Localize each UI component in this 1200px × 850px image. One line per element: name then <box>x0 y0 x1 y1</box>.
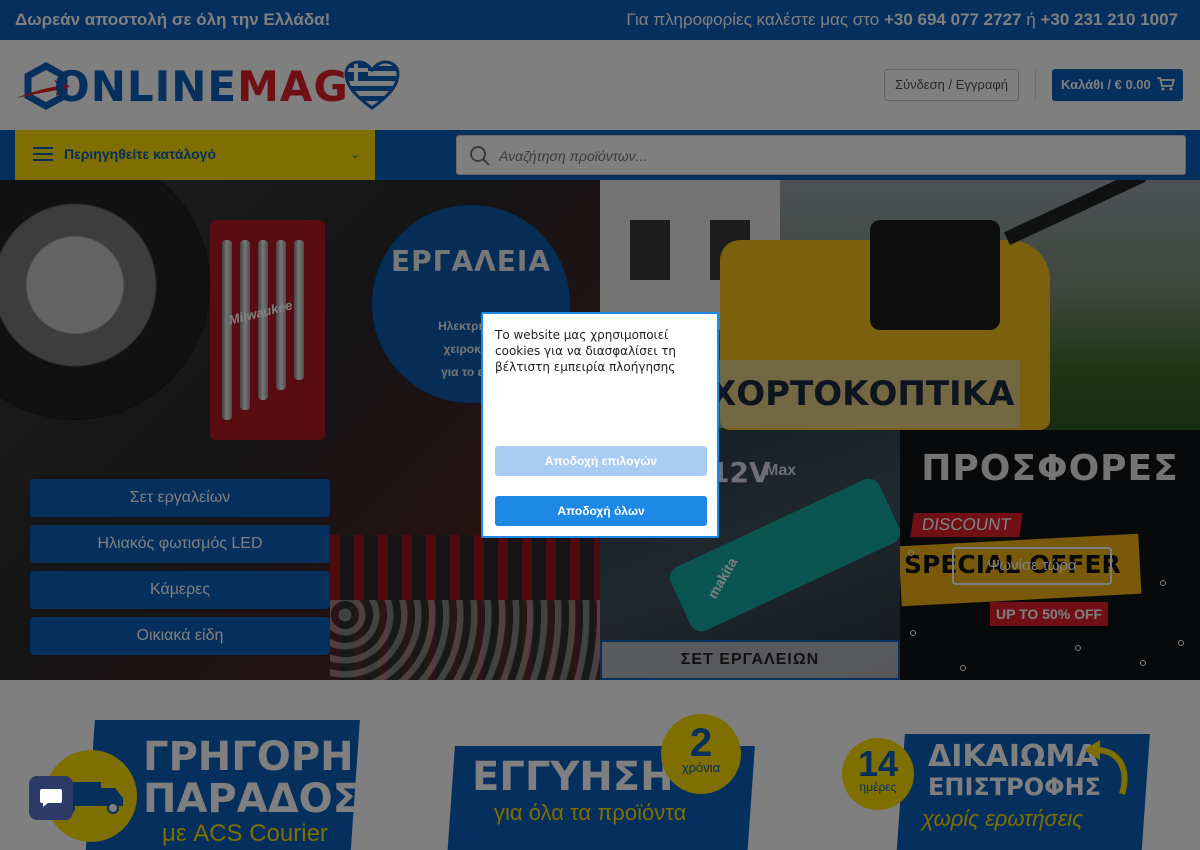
page: Δωρεάν αποστολή σε όλη την Ελλάδα! Για π… <box>0 0 1200 850</box>
accept-selected-button[interactable]: Αποδοχή επιλογών <box>495 446 707 476</box>
chat-widget-button[interactable] <box>29 776 73 820</box>
accept-all-button[interactable]: Αποδοχή όλων <box>495 496 707 526</box>
cookie-consent-dialog: Το website μας χρησιμοποιεί cookies για … <box>481 312 719 538</box>
chat-bubble-icon <box>40 789 62 807</box>
cookie-consent-text: Το website μας χρησιμοποιεί cookies για … <box>495 328 677 374</box>
